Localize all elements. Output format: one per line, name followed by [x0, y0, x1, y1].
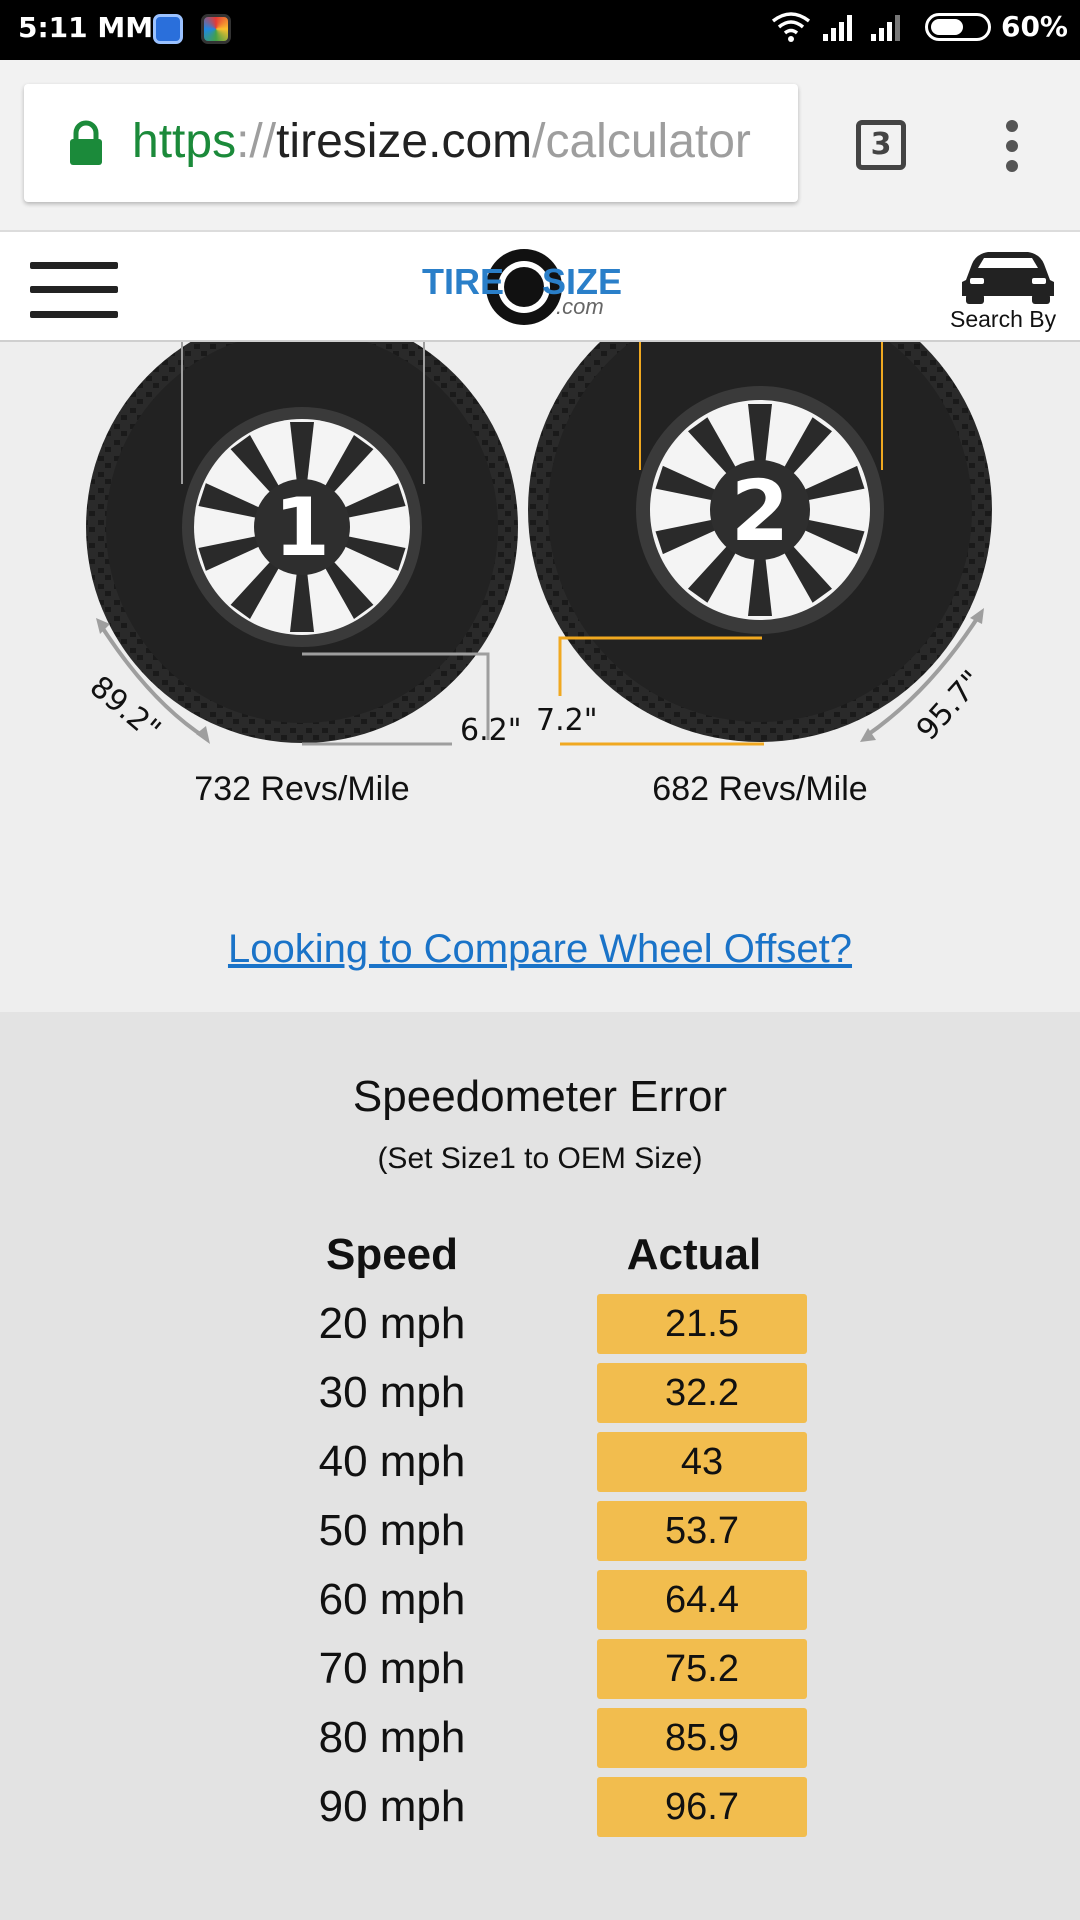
speed-value: 60 mph	[318, 1575, 466, 1624]
speed-value: 40 mph	[318, 1437, 466, 1486]
tire-1-number: 1	[274, 481, 330, 574]
signal-icon-sim1	[822, 14, 852, 41]
search-by-label[interactable]: Search By	[950, 306, 1056, 333]
signal-icon-sim2	[870, 14, 900, 41]
speed-row: 70 mph 75.2	[0, 1639, 1080, 1699]
speedometer-title: Speedometer Error	[352, 1072, 728, 1121]
speed-row: 30 mph 32.2	[0, 1363, 1080, 1423]
url-host: tiresize.com	[276, 115, 533, 168]
actual-value: 43	[597, 1432, 807, 1492]
overflow-menu-icon[interactable]	[1000, 120, 1024, 172]
actual-value: 53.7	[597, 1501, 807, 1561]
actual-value: 96.7	[597, 1777, 807, 1837]
tire-2-sidewall: 7.2"	[536, 703, 598, 738]
speed-row: 60 mph 64.4	[0, 1570, 1080, 1630]
battery-fill	[930, 18, 963, 35]
speed-value: 20 mph	[318, 1299, 466, 1348]
speed-row: 90 mph 96.7	[0, 1777, 1080, 1837]
actual-column-header: Actual	[626, 1230, 762, 1279]
actual-value: 32.2	[597, 1363, 807, 1423]
tire-1-sidewall: 6.2"	[460, 713, 522, 748]
logo-text-com: .com	[556, 294, 604, 319]
speed-column-header: Speed	[325, 1230, 459, 1279]
speedometer-subtitle: (Set Size1 to OEM Size)	[377, 1142, 703, 1175]
tiresize-logo[interactable]: TIRE SIZE .com	[420, 246, 660, 328]
messenger-icon	[153, 14, 183, 44]
speed-row: 20 mph 21.5	[0, 1294, 1080, 1354]
speed-value: 70 mph	[318, 1644, 466, 1693]
actual-value: 85.9	[597, 1708, 807, 1768]
speed-value: 30 mph	[318, 1368, 466, 1417]
car-icon[interactable]	[958, 242, 1058, 304]
browser-toolbar: https://tiresize.com/calculator 3	[0, 60, 1080, 230]
url-separator: ://	[236, 115, 277, 168]
tire-2-number: 2	[731, 462, 789, 560]
battery-icon	[924, 12, 991, 41]
hamburger-menu-icon[interactable]	[30, 260, 118, 320]
tire-1: 1 89.2" 6.2"	[83, 342, 522, 748]
status-indicators: 60%	[771, 10, 1068, 43]
wifi-icon	[771, 11, 811, 42]
tire-2-revs: 682 Revs/Mile	[652, 770, 868, 808]
url-path: /calculator	[532, 115, 751, 168]
speed-value: 80 mph	[318, 1713, 466, 1762]
tire-2: 2 95.7" 7.2"	[528, 342, 992, 747]
address-bar[interactable]: https://tiresize.com/calculator	[24, 84, 798, 202]
chrome-notification-icon	[201, 14, 231, 44]
speed-value: 50 mph	[318, 1506, 466, 1555]
speed-row: 40 mph 43	[0, 1432, 1080, 1492]
speed-row: 50 mph 53.7	[0, 1501, 1080, 1561]
actual-value: 64.4	[597, 1570, 807, 1630]
battery-percent: 60%	[1000, 10, 1068, 43]
speed-row: 80 mph 85.9	[0, 1708, 1080, 1768]
tire-1-revs: 732 Revs/Mile	[194, 770, 410, 808]
tab-switcher-button[interactable]: 3	[856, 120, 906, 170]
url-text[interactable]: https://tiresize.com/calculator	[132, 114, 798, 169]
compare-wheel-offset-link[interactable]: Looking to Compare Wheel Offset?	[0, 927, 1080, 972]
tire-2-circumference: 95.7"	[910, 664, 990, 747]
status-bar: 5:11 MM 60%	[0, 0, 1080, 60]
lock-icon	[70, 120, 102, 165]
logo-text-tire: TIRE	[422, 261, 504, 302]
url-scheme: https	[132, 115, 237, 168]
site-header: TIRE SIZE .com Search By	[0, 230, 1080, 342]
status-time: 5:11 MM	[18, 11, 154, 44]
speed-value: 90 mph	[318, 1782, 466, 1831]
tire-comparison: 1 89.2" 6.2" 2 95.7" 7.2" 732 Revs/Mile …	[0, 342, 1080, 1012]
actual-value: 75.2	[597, 1639, 807, 1699]
actual-value: 21.5	[597, 1294, 807, 1354]
speedometer-error-section: Speedometer Error (Set Size1 to OEM Size…	[0, 1012, 1080, 1920]
